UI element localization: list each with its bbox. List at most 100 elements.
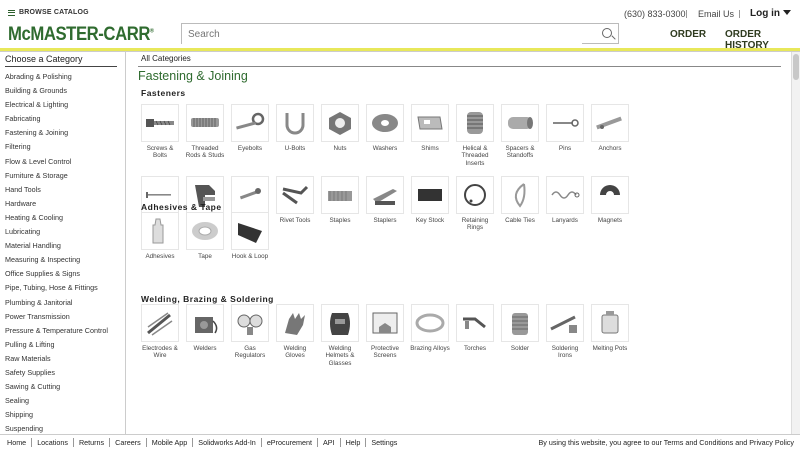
sidebar-item[interactable]: Heating & Cooling <box>5 211 108 225</box>
sidebar-item[interactable]: Sealing <box>5 394 108 408</box>
breadcrumb-divider <box>138 66 781 67</box>
tape-icon <box>186 212 224 250</box>
category-tile[interactable]: Magnets <box>589 176 631 224</box>
category-tile[interactable]: Spacers & Standoffs <box>499 104 541 160</box>
divider <box>686 10 687 18</box>
category-tile[interactable]: Shims <box>409 104 451 152</box>
footer-link[interactable]: Careers <box>110 438 147 447</box>
category-tile[interactable]: Melting Pots <box>589 304 631 352</box>
category-tile[interactable]: Protective Screens <box>364 304 406 360</box>
footer-link[interactable]: API <box>318 438 341 447</box>
category-tile[interactable]: Washers <box>364 104 406 152</box>
category-tile[interactable]: Welding Gloves <box>274 304 316 360</box>
sidebar-item[interactable]: Safety Supplies <box>5 366 108 380</box>
hook-loop-icon <box>231 212 269 250</box>
category-tile[interactable]: Key Stock <box>409 176 451 224</box>
section-title[interactable]: Adhesives & Tape <box>141 202 222 212</box>
footer-link[interactable]: Settings <box>366 438 402 447</box>
tile-label: Magnets <box>597 217 623 224</box>
search-icon[interactable] <box>602 28 612 38</box>
category-tile[interactable]: Cable Ties <box>499 176 541 224</box>
footer-link[interactable]: Locations <box>32 438 74 447</box>
adhesive-icon <box>141 212 179 250</box>
login-button[interactable]: Log in <box>750 8 791 19</box>
sidebar-item[interactable]: Suspending <box>5 422 108 434</box>
order-link[interactable]: ORDER <box>670 29 706 40</box>
category-tile[interactable]: Eyebolts <box>229 104 271 152</box>
sidebar-item[interactable]: Measuring & Inspecting <box>5 253 108 267</box>
tile-label: Cable Ties <box>505 217 535 224</box>
email-us-link[interactable]: Email Us <box>698 9 734 19</box>
search-input[interactable] <box>182 25 582 44</box>
logo[interactable]: McMASTER-CARR® <box>8 24 154 46</box>
solder-icon <box>501 304 539 342</box>
sidebar-item[interactable]: Hand Tools <box>5 183 108 197</box>
category-tile[interactable]: Adhesives <box>139 212 181 260</box>
magnet-icon <box>591 176 629 214</box>
sidebar-item[interactable]: Furniture & Storage <box>5 169 108 183</box>
sidebar-item[interactable]: Office Supplies & Signs <box>5 267 108 281</box>
section-title[interactable]: Welding, Brazing & Soldering <box>141 294 274 304</box>
footer-link[interactable]: Home <box>7 438 33 447</box>
sidebar-item[interactable]: Flow & Level Control <box>5 155 108 169</box>
electrode-icon <box>141 304 179 342</box>
sidebar-item[interactable]: Fabricating <box>5 112 108 126</box>
category-tile[interactable]: Helical & Threaded Inserts <box>454 104 496 167</box>
category-tile[interactable]: Brazing Alloys <box>409 304 451 352</box>
category-tile[interactable]: Lanyards <box>544 176 586 224</box>
category-tile[interactable]: Pins <box>544 104 586 152</box>
footer-link[interactable]: Returns <box>74 438 111 447</box>
category-tile[interactable]: Anchors <box>589 104 631 152</box>
sidebar-item[interactable]: Pressure & Temperature Control <box>5 324 108 338</box>
section-title[interactable]: Fasteners <box>141 88 186 98</box>
category-tile[interactable]: Screws & Bolts <box>139 104 181 160</box>
category-tile[interactable]: Threaded Rods & Studs <box>184 104 226 160</box>
sidebar-item[interactable]: Building & Grounds <box>5 84 108 98</box>
sidebar-item[interactable]: Abrading & Polishing <box>5 70 108 84</box>
category-tile[interactable]: Nuts <box>319 104 361 152</box>
category-tile[interactable]: Welding Helmets & Glasses <box>319 304 361 367</box>
sidebar-item[interactable]: Raw Materials <box>5 352 108 366</box>
glove-icon <box>276 304 314 342</box>
sidebar: Choose a Category Abrading & Polishing Bu… <box>0 52 126 434</box>
category-tile[interactable]: Welders <box>184 304 226 352</box>
sidebar-item[interactable]: Sawing & Cutting <box>5 380 108 394</box>
spacer-icon <box>501 104 539 142</box>
category-tile[interactable]: Tape <box>184 212 226 260</box>
category-tile[interactable]: U-Bolts <box>274 104 316 152</box>
footer-link[interactable]: eProcurement <box>262 438 318 447</box>
category-tile[interactable]: Torches <box>454 304 496 352</box>
sidebar-item[interactable]: Electrical & Lighting <box>5 98 108 112</box>
category-tile[interactable]: Retaining Rings <box>454 176 496 232</box>
tile-label: Hook & Loop <box>231 253 269 260</box>
sidebar-item[interactable]: Hardware <box>5 197 108 211</box>
browse-catalog-button[interactable]: BROWSE CATALOG <box>8 9 89 16</box>
sidebar-item[interactable]: Shipping <box>5 408 108 422</box>
breadcrumb[interactable]: All Categories <box>141 54 191 63</box>
sidebar-item[interactable]: Power Transmission <box>5 310 108 324</box>
footer-link[interactable]: Help <box>341 438 367 447</box>
sidebar-divider <box>5 66 117 67</box>
category-tile[interactable]: Hook & Loop <box>229 212 271 260</box>
sidebar-item[interactable]: Pipe, Tubing, Hose & Fittings <box>5 281 108 295</box>
sidebar-item[interactable]: Pulling & Lifting <box>5 338 108 352</box>
footer-link[interactable]: Solidworks Add-In <box>193 438 262 447</box>
sidebar-item[interactable]: Material Handling <box>5 239 108 253</box>
category-tile[interactable]: Gas Regulators <box>229 304 271 360</box>
category-tile[interactable]: Soldering Irons <box>544 304 586 360</box>
sidebar-item[interactable]: Fastening & Joining <box>5 126 108 140</box>
tile-label: Tape <box>198 253 212 260</box>
category-tile[interactable]: Staplers <box>364 176 406 224</box>
category-tile[interactable]: Rivet Tools <box>274 176 316 224</box>
scrollbar[interactable] <box>791 52 800 434</box>
footer-link[interactable]: Mobile App <box>147 438 194 447</box>
sidebar-item[interactable]: Lubricating <box>5 225 108 239</box>
category-tile[interactable]: Staples <box>319 176 361 224</box>
category-tile[interactable]: Electrodes & Wire <box>139 304 181 360</box>
terms-notice[interactable]: By using this website, you agree to our … <box>538 438 794 447</box>
sidebar-item[interactable]: Filtering <box>5 140 108 154</box>
sidebar-item[interactable]: Plumbing & Janitorial <box>5 296 108 310</box>
category-tile[interactable]: Solder <box>499 304 541 352</box>
scrollbar-thumb[interactable] <box>793 54 799 80</box>
browse-catalog-label: BROWSE CATALOG <box>19 9 89 16</box>
